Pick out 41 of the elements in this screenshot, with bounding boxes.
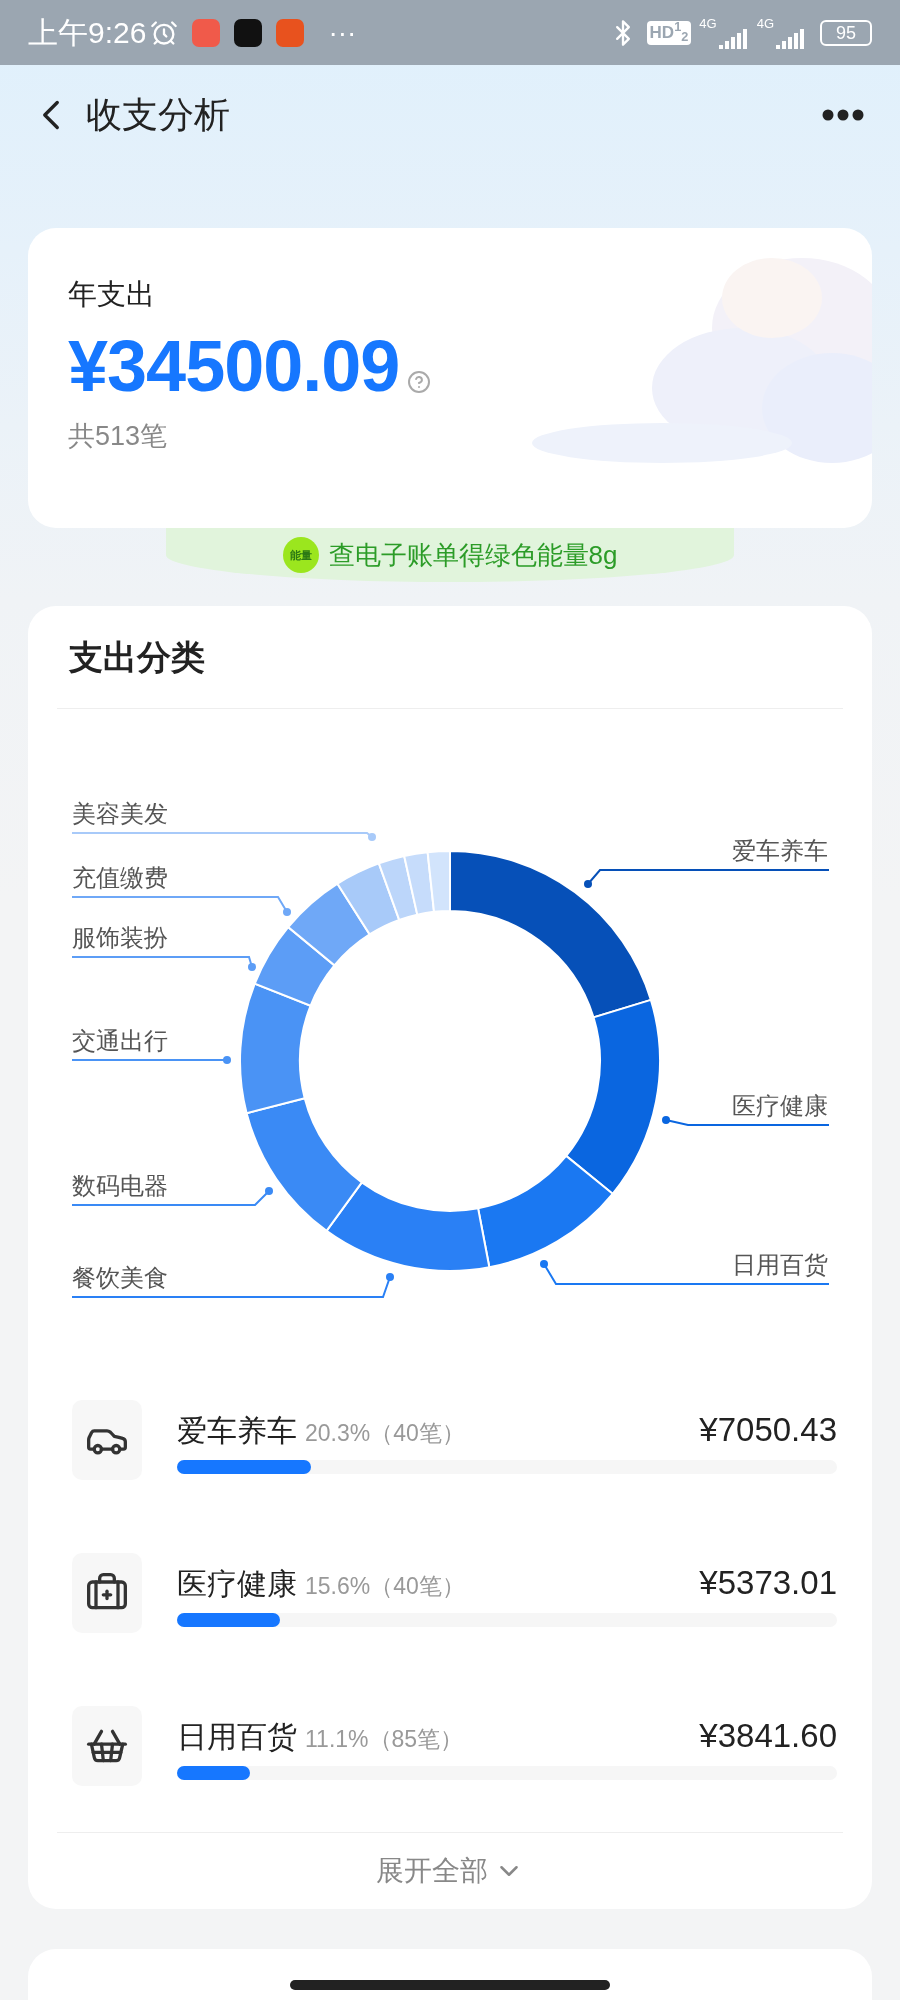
summary-label: 年支出 [68,277,156,312]
chart-label: 医疗健康 [732,1091,828,1121]
page-title: 收支分析 [86,93,230,137]
energy-badge: 能量 [282,537,319,573]
chart-label: 服饰装扮 [72,923,168,953]
section-title: 支出分类 [68,636,205,678]
summary-amount: ¥34500.09 [68,326,400,406]
chart-label: 充值缴费 [72,863,168,893]
category-percent: 20.3%（40笔） [305,1418,465,1448]
category-percent: 15.6%（40笔） [305,1571,465,1601]
category-name: 日用百货 [177,1718,297,1755]
category-amount: ¥7050.43 [699,1409,837,1450]
app-icon [192,18,221,47]
category-amount: ¥3841.60 [699,1715,837,1756]
category-name: 爱车养车 [177,1412,297,1449]
summary-count: 共513笔 [68,420,169,453]
network-label: 4G [756,16,774,30]
battery-indicator: 95 [820,19,872,46]
category-row[interactable]: 爱车养车 20.3%（40笔） ¥7050.43 [28,1363,872,1516]
energy-text: 查电子账单得绿色能量8g [328,538,618,572]
app-icon [234,18,263,47]
expand-button[interactable]: 展开全部 [376,1850,524,1892]
more-icon[interactable] [822,109,864,121]
chart-label: 交通出行 [72,1026,168,1056]
chart-label: 数码电器 [72,1171,168,1201]
donut-slice [403,851,435,916]
status-time: 上午9:26 [28,15,147,51]
alarm-icon [150,18,179,47]
app-icon [276,18,305,47]
category-percent: 11.1%（85笔） [305,1724,464,1754]
category-amount: ¥5373.01 [699,1562,837,1603]
category-name: 医疗健康 [177,1565,297,1602]
chart-label: 美容美发 [72,799,168,829]
chart-label: 爱车养车 [732,836,828,866]
category-row[interactable]: 日用百货 11.1%（85笔） ¥3841.60 [28,1669,872,1822]
chart-label: 餐饮美食 [72,1263,168,1293]
network-label: 4G [699,16,717,30]
category-row[interactable]: 医疗健康 15.6%（40笔） ¥5373.01 [28,1516,872,1669]
notification-more: ··· [328,18,357,47]
energy-banner[interactable]: 能量 查电子账单得绿色能量8g [166,528,734,582]
chart-label: 日用百货 [732,1250,828,1280]
